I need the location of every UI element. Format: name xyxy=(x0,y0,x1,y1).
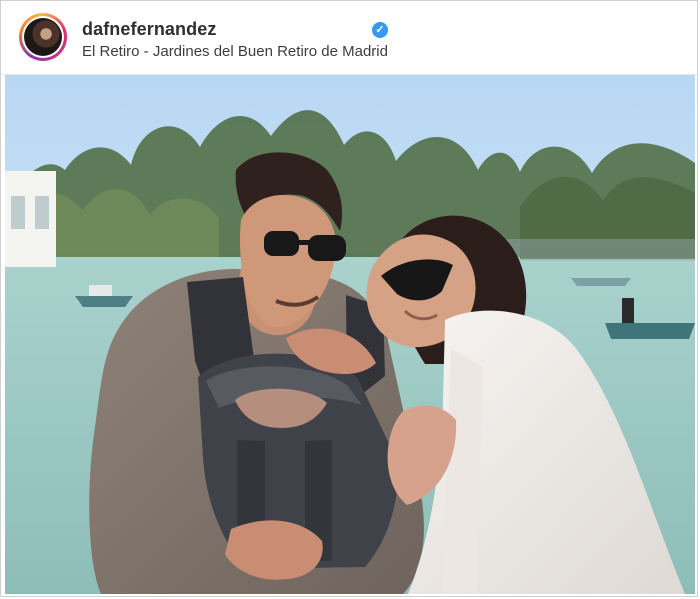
post-photo[interactable] xyxy=(5,75,695,594)
photo-illustration xyxy=(5,75,695,594)
building-window xyxy=(11,196,25,229)
verified-badge-icon: ✓ xyxy=(372,22,388,38)
profile-avatar-button[interactable] xyxy=(19,13,67,61)
post-header: dafnefernandez ✓ El Retiro - Jardines de… xyxy=(1,1,697,75)
instagram-post: dafnefernandez ✓ El Retiro - Jardines de… xyxy=(0,0,698,597)
building-window-2 xyxy=(35,196,49,229)
avatar xyxy=(22,16,64,58)
location-link[interactable]: El Retiro - Jardines del Buen Retiro de … xyxy=(82,43,388,60)
avatar-photo xyxy=(24,18,62,56)
boat-distance xyxy=(571,278,631,286)
username-link[interactable]: dafnefernandez xyxy=(82,19,216,40)
